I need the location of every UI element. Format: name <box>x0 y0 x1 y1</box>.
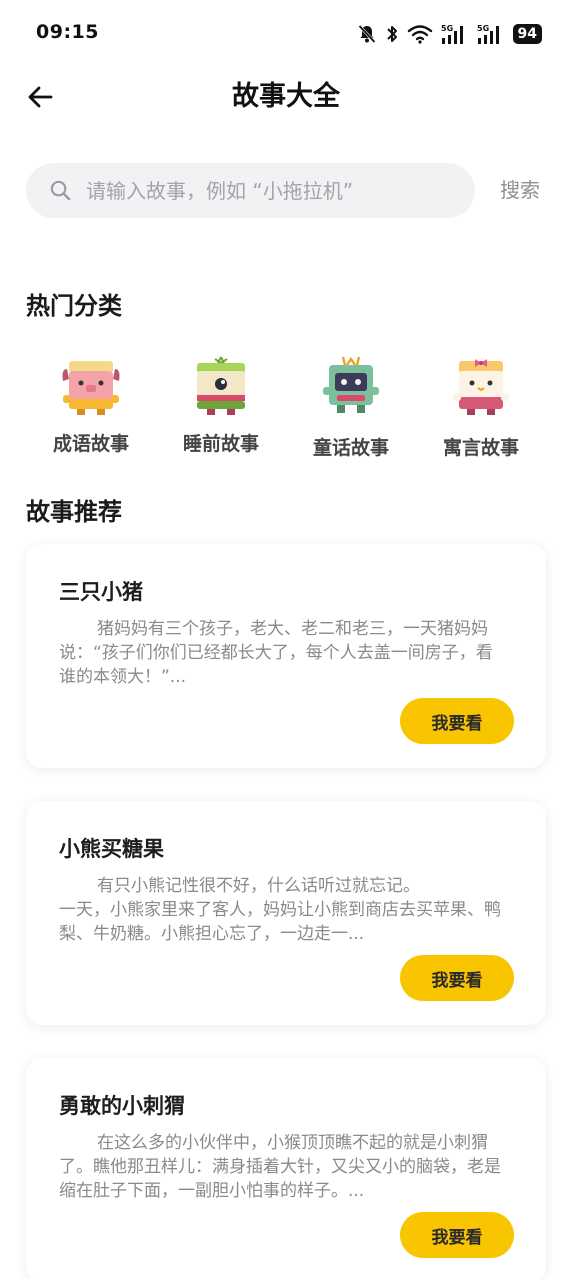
story-title: 三只小猪 <box>59 580 143 604</box>
watch-button[interactable]: 我要看 <box>400 698 514 744</box>
cat-character-icon <box>453 359 509 415</box>
cyclops-character-icon <box>197 356 245 415</box>
story-title: 小熊买糖果 <box>59 837 164 861</box>
story-desc: 在这么多的小伙伴中，小猴顶顶瞧不起的就是小刺猬了。瞧他那丑样儿：满身插着大针，又… <box>59 1133 501 1201</box>
story-title: 勇敢的小刺猬 <box>59 1094 185 1118</box>
category-label: 成语故事 <box>52 433 129 455</box>
story-card[interactable]: 勇敢的小刺猬 在这么多的小伙伴中，小猴顶顶瞧不起的就是小刺猬了。瞧他那丑样儿：满… <box>26 1058 546 1279</box>
watch-button[interactable]: 我要看 <box>400 955 514 1001</box>
category-item-idiom[interactable]: 成语故事 <box>26 355 156 465</box>
search-button[interactable]: 搜索 <box>500 176 540 204</box>
robot-character-icon <box>323 356 379 413</box>
page-title: 故事大全 <box>232 81 340 112</box>
battery-icon: 94 <box>512 24 542 44</box>
category-label: 寓言故事 <box>442 437 519 459</box>
search-input[interactable] <box>86 163 461 218</box>
category-item-bedtime[interactable]: 睡前故事 <box>156 355 286 465</box>
story-desc: 有只小熊记性很不好，什么话听过就忘记。 一天，小熊家里来了客人，妈妈让小熊到商店… <box>59 876 501 944</box>
search-icon <box>50 180 71 201</box>
section-title-recommend: 故事推荐 <box>26 498 122 526</box>
bluetooth-icon <box>386 26 397 42</box>
category-item-fairytale[interactable]: 童话故事 <box>286 355 416 465</box>
svg-text:5G: 5G <box>441 24 453 33</box>
signal-5g-icon: 5G <box>441 24 463 44</box>
status-bar: 09:15 5G 5G 94 <box>0 0 572 66</box>
signal-5g-icon: 5G <box>477 24 499 44</box>
category-label: 睡前故事 <box>182 433 259 455</box>
status-icons: 5G 5G 94 <box>357 20 542 48</box>
status-time: 09:15 <box>36 21 99 43</box>
wifi-icon <box>407 25 432 44</box>
search-box[interactable] <box>26 163 475 218</box>
category-label: 童话故事 <box>312 437 389 459</box>
svg-text:5G: 5G <box>477 24 489 33</box>
story-desc: 猪妈妈有三个孩子，老大、老二和老三，一天猪妈妈说：“孩子们你们已经都长大了，每个… <box>59 619 493 687</box>
mute-bell-icon <box>357 24 376 44</box>
pig-character-icon <box>62 361 120 415</box>
arrow-left-icon[interactable] <box>24 80 58 114</box>
section-title-categories: 热门分类 <box>26 292 122 320</box>
watch-button[interactable]: 我要看 <box>400 1212 514 1258</box>
category-item-fable[interactable]: 寓言故事 <box>416 355 546 465</box>
category-list: 成语故事 睡前故事 童话故事 寓言故事 <box>26 355 546 465</box>
story-card[interactable]: 小熊买糖果 有只小熊记性很不好，什么话听过就忘记。 一天，小熊家里来了客人，妈妈… <box>26 801 546 1025</box>
story-card[interactable]: 三只小猪 猪妈妈有三个孩子，老大、老二和老三，一天猪妈妈说：“孩子们你们已经都长… <box>26 544 546 768</box>
